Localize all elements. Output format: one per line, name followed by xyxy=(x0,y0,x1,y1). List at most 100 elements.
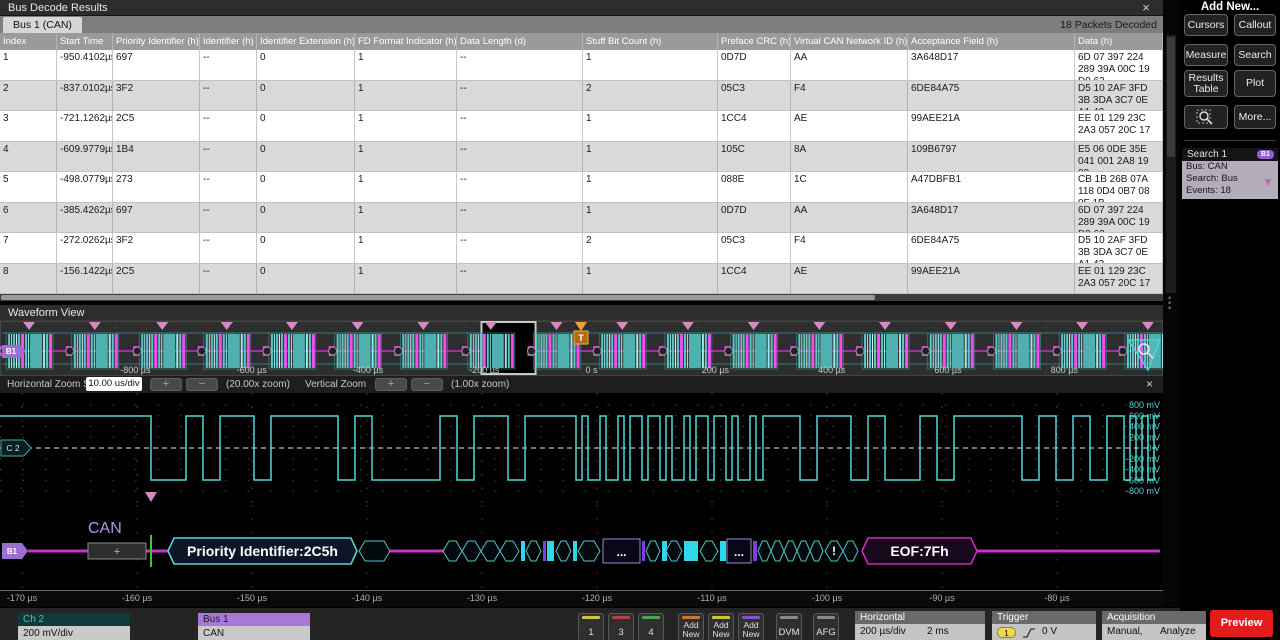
search-button[interactable]: Search xyxy=(1234,44,1276,66)
svg-text:600 µs: 600 µs xyxy=(934,365,962,375)
channel-button[interactable]: 4 xyxy=(638,613,664,640)
add-new-button[interactable]: AddNew xyxy=(738,613,764,640)
column-header[interactable]: Identifier (h) xyxy=(200,33,257,50)
h-zoom-plus-button[interactable]: + xyxy=(150,378,182,391)
table-cell: EE 01 129 23C 2A3 057 20C 17 xyxy=(1075,111,1163,141)
add-new-button[interactable]: AddNew xyxy=(708,613,734,640)
table-cell: 1 xyxy=(355,111,457,141)
channel-color-strip xyxy=(642,616,660,619)
search1-header[interactable]: Search 1 B1 xyxy=(1182,148,1278,161)
add-new-button[interactable]: AddNew xyxy=(678,613,704,640)
column-header[interactable]: Stuff Bit Count (h) xyxy=(583,33,718,50)
button-label: 3 xyxy=(609,628,633,637)
cursors-button[interactable]: Cursors xyxy=(1184,14,1228,36)
table-cell: 1 xyxy=(355,142,457,172)
column-header[interactable]: Identifier Extension (h) xyxy=(257,33,355,50)
acquisition-settings-panel[interactable]: Acquisition Manual, Analyze xyxy=(1102,611,1206,640)
table-cell: 3 xyxy=(0,111,57,141)
column-header[interactable]: Preface CRC (h) xyxy=(718,33,791,50)
table-cell: 0 xyxy=(257,111,355,141)
search1-nav-arrow-icon[interactable]: ▼ xyxy=(1262,175,1274,189)
scrollbar-thumb[interactable] xyxy=(1167,37,1175,157)
right-sidebar: Add New... CursorsCalloutMeasureSearchRe… xyxy=(1180,0,1280,640)
preview-button[interactable]: Preview xyxy=(1210,610,1273,637)
column-header[interactable]: Start Time xyxy=(57,33,113,50)
column-header[interactable]: Virtual CAN Network ID (h) xyxy=(791,33,908,50)
table-cell: AE xyxy=(791,264,908,294)
column-header[interactable]: Acceptance Field (h) xyxy=(908,33,1075,50)
table-row[interactable]: 4-609.9779µs1B4--01--1105C8A109B6797E5 0… xyxy=(0,142,1163,173)
column-header[interactable]: Data (h) xyxy=(1075,33,1163,50)
ch2-channel-badge[interactable]: C 2 xyxy=(1,440,31,456)
v-zoom-plus-button[interactable]: + xyxy=(375,378,407,391)
table-cell: -- xyxy=(200,203,257,233)
time-axis-label: -160 µs xyxy=(122,593,152,603)
button-label: AddNew xyxy=(679,621,703,639)
horizontal-settings-panel[interactable]: Horizontal 200 µs/div 2 ms xyxy=(855,611,985,640)
channel-color-strip xyxy=(742,616,760,619)
close-icon[interactable]: × xyxy=(1139,0,1153,16)
bus1-badge[interactable]: Bus 1 CAN xyxy=(198,613,310,640)
scrollbar-thumb[interactable] xyxy=(1,295,875,300)
table-cell: 2C5 xyxy=(113,264,200,294)
table-row[interactable]: 6-385.4262µs697--01--10D7DAA3A648D176D 0… xyxy=(0,203,1163,234)
column-header[interactable]: Priority Identifier (h) xyxy=(113,33,200,50)
bus-decode-track[interactable]: Priority Identifier:2C5h......!EOF:7FhB1… xyxy=(0,505,1163,590)
volt-scale-label: 0 V xyxy=(1146,443,1160,453)
zoom-select-button[interactable] xyxy=(1184,105,1228,129)
volt-scale-label: 800 mV xyxy=(1129,400,1160,410)
callout-button[interactable]: Callout xyxy=(1234,14,1276,36)
table-cell: 0 xyxy=(257,142,355,172)
afg-button[interactable]: AFG xyxy=(813,613,839,640)
plot-button[interactable]: Plot xyxy=(1234,70,1276,97)
table-row[interactable]: 1-950.4102µs697--01--10D7DAA3A648D176D 0… xyxy=(0,50,1163,81)
column-header[interactable]: Data Length (d) xyxy=(457,33,583,50)
analog-waveform-plot[interactable]: 800 mV600 mV400 mV200 mV0 V-200 mV-400 m… xyxy=(0,393,1163,505)
table-cell: 1 xyxy=(583,111,718,141)
table-row[interactable]: 5-498.0779µs273--01--1088E1CA47DBFB1CB 1… xyxy=(0,172,1163,203)
results-table-button[interactable]: Results Table xyxy=(1184,70,1228,97)
table-row[interactable]: 8-156.1422µs2C5--01--11CC4AE99AEE21AEE 0… xyxy=(0,264,1163,295)
v-zoom-minus-button[interactable]: − xyxy=(411,378,443,391)
horizontal-window: 2 ms xyxy=(927,624,949,640)
table-row[interactable]: 2-837.0102µs3F2--01--205C3F46DE84A75D5 1… xyxy=(0,81,1163,112)
waveform-view-titlebar[interactable]: Waveform View xyxy=(0,305,1163,321)
table-cell: -- xyxy=(200,111,257,141)
table-row[interactable]: 3-721.1262µs2C5--01--11CC4AE99AEE21AEE 0… xyxy=(0,111,1163,142)
channel-button[interactable]: 3 xyxy=(608,613,634,640)
channel-button[interactable]: 1 xyxy=(578,613,604,640)
button-label: AddNew xyxy=(739,621,763,639)
search1-badge-panel[interactable]: Search 1 B1 Bus: CAN Search: Bus Events:… xyxy=(1182,148,1278,199)
decode-results-titlebar[interactable]: Bus Decode Results × xyxy=(0,0,1163,16)
table-vertical-scrollbar[interactable] xyxy=(1166,35,1176,293)
drag-handle-dots[interactable]: ••• xyxy=(1168,296,1171,311)
sidebar-divider xyxy=(1184,140,1276,141)
h-zoom-minus-button[interactable]: − xyxy=(186,378,218,391)
search1-body[interactable]: Bus: CAN Search: Bus Events: 18 ▼ xyxy=(1182,161,1278,199)
table-row[interactable]: 7-272.0262µs3F2--01--205C3F46DE84A75D5 1… xyxy=(0,233,1163,264)
decode-bit-bar xyxy=(547,541,554,561)
column-header[interactable]: Index xyxy=(0,33,57,50)
dvm-button[interactable]: DVM xyxy=(776,613,802,640)
more-button[interactable]: More... xyxy=(1234,105,1276,129)
table-cell: 3A648D17 xyxy=(908,50,1075,80)
search1-title: Search 1 xyxy=(1182,149,1227,160)
h-zoom-scale-input[interactable]: 10.00 us/div xyxy=(86,377,142,391)
waveform-overview[interactable]: -800 µs-600 µs-400 µs-200 µs0 s200 µs400… xyxy=(0,320,1163,376)
tab-bus1-can[interactable]: Bus 1 (CAN) xyxy=(3,17,82,33)
column-header[interactable]: FD Format Indicator (h) xyxy=(355,33,457,50)
measure-button[interactable]: Measure xyxy=(1184,44,1228,66)
table-cell: -- xyxy=(200,50,257,80)
zoom-select-icon xyxy=(1195,108,1217,126)
table-cell: 0 xyxy=(257,264,355,294)
table-cell: -- xyxy=(457,111,583,141)
channel2-badge[interactable]: Ch 2 200 mV/div xyxy=(18,613,130,640)
bus-drag-handle[interactable]: + xyxy=(88,543,146,559)
table-cell: EE 01 129 23C 2A3 057 20C 17 xyxy=(1075,264,1163,294)
decode-field-label: EOF:7Fh xyxy=(890,543,948,559)
table-horizontal-scrollbar[interactable] xyxy=(0,294,1163,301)
table-cell: -- xyxy=(200,172,257,202)
trigger-settings-panel[interactable]: Trigger 1 0 V xyxy=(992,611,1096,640)
table-cell: 6DE84A75 xyxy=(908,81,1075,111)
zoom-close-icon[interactable]: × xyxy=(1146,376,1153,393)
